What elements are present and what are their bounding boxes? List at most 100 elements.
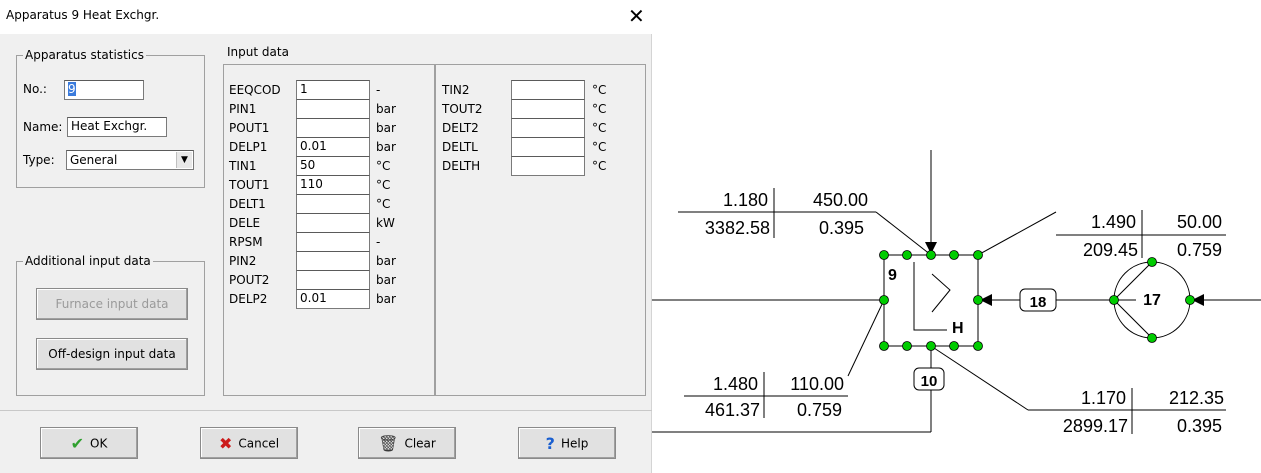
ok-label: OK — [90, 436, 108, 451]
top-left-temperature: 450.00 — [813, 190, 868, 210]
input-label-delt1: DELT1 — [229, 197, 266, 211]
top-right-enthalpy: 209.45 — [1083, 240, 1138, 260]
bottom-right-enthalpy: 2899.17 — [1063, 416, 1128, 436]
help-label: Help — [560, 436, 589, 451]
input2-field-tout2[interactable] — [511, 99, 585, 119]
window-title: Apparatus 9 Heat Exchgr. — [6, 8, 160, 22]
top-right-flow: 0.759 — [1177, 240, 1222, 260]
input-field-pout1[interactable] — [296, 118, 370, 138]
input2-unit-tin2: °C — [592, 83, 607, 97]
process-diagram[interactable]: 9 H 18 10 17 1.180 450.00 3382.58 0.395 … — [652, 0, 1261, 473]
top-right-pressure: 1.490 — [1091, 212, 1136, 232]
input-field-tin1[interactable]: 50 — [296, 156, 370, 176]
input-field-eeqcod[interactable]: 1 — [296, 80, 370, 100]
input-label-eeqcod: EEQCOD — [229, 83, 281, 97]
top-right-temperature: 50.00 — [1177, 212, 1222, 232]
input-data-heading: Input data — [227, 45, 289, 59]
input-field-pin2[interactable] — [296, 251, 370, 271]
furnace-input-label: Furnace input data — [55, 297, 169, 311]
cancel-button[interactable]: ✖ Cancel — [200, 427, 298, 459]
apparatus-statistics-legend: Apparatus statistics — [25, 48, 144, 62]
input-field-rpsm[interactable] — [296, 232, 370, 252]
input-field-tout1[interactable]: 110 — [296, 175, 370, 195]
ok-button[interactable]: ✔ OK — [40, 427, 138, 459]
name-field[interactable]: Heat Exchgr. — [67, 117, 167, 137]
input2-field-tin2[interactable] — [511, 80, 585, 100]
apparatus-number: 9 — [888, 267, 897, 284]
input2-label-delt2: DELT2 — [442, 121, 479, 135]
number-value: 9 — [68, 82, 76, 96]
offdesign-input-button[interactable]: Off-design input data — [36, 338, 188, 370]
offdesign-input-label: Off-design input data — [48, 347, 176, 361]
additional-input-group: Additional input data — [16, 254, 205, 396]
input-unit-pin1: bar — [376, 102, 396, 116]
node-17-label: 17 — [1143, 292, 1161, 309]
input-unit-tin1: °C — [376, 159, 391, 173]
input-field-dele[interactable] — [296, 213, 370, 233]
bottom-right-temperature: 212.35 — [1169, 388, 1224, 408]
type-select[interactable]: General ▼ — [66, 150, 194, 170]
input-field-pin1[interactable] — [296, 99, 370, 119]
input-field-delp2[interactable]: 0.01 — [296, 289, 370, 309]
input2-field-deltl[interactable] — [511, 137, 585, 157]
leader-bottom-left — [847, 299, 885, 377]
x-icon: ✖ — [218, 433, 233, 453]
input-field-delp1[interactable]: 0.01 — [296, 137, 370, 157]
input2-field-delt2[interactable] — [511, 118, 585, 138]
input2-field-delth[interactable] — [511, 156, 585, 176]
input-unit-pin2: bar — [376, 254, 396, 268]
input-field-delt1[interactable] — [296, 194, 370, 214]
input-unit-delp2: bar — [376, 292, 396, 306]
bottom-left-temperature: 110.00 — [790, 374, 844, 394]
bottom-left-enthalpy: 461.37 — [705, 400, 760, 420]
additional-input-legend: Additional input data — [25, 254, 151, 268]
pipe-10-label: 10 — [921, 373, 938, 390]
input-field-pout2[interactable] — [296, 270, 370, 290]
clear-button[interactable]: 🗑 Clear — [358, 427, 456, 459]
input-unit-dele: kW — [376, 216, 395, 230]
apparatus-box[interactable] — [883, 254, 979, 347]
close-icon[interactable]: ✕ — [628, 3, 645, 29]
input-label-pin1: PIN1 — [229, 102, 257, 116]
input-label-tin1: TIN1 — [229, 159, 257, 173]
input-label-tout1: TOUT1 — [229, 178, 270, 192]
input-label-dele: DELE — [229, 216, 261, 230]
bottom-left-pressure: 1.480 — [713, 374, 758, 394]
number-field[interactable]: 9 — [64, 80, 144, 100]
type-label: Type: — [23, 153, 55, 167]
input-unit-pout2: bar — [376, 273, 396, 287]
input-unit-delt1: °C — [376, 197, 391, 211]
input-unit-tout1: °C — [376, 178, 391, 192]
apparatus-dialog: Apparatus 9 Heat Exchgr. ✕ Apparatus sta… — [0, 0, 652, 473]
input-label-delp2: DELP2 — [229, 292, 268, 306]
apparatus-type: H — [952, 320, 964, 337]
input-label-rpsm: RPSM — [229, 235, 263, 249]
input-unit-rpsm: - — [376, 235, 381, 249]
check-icon: ✔ — [70, 433, 85, 453]
help-icon: ? — [545, 433, 555, 453]
input2-unit-delth: °C — [592, 159, 607, 173]
button-separator — [0, 410, 652, 411]
exchanger-path-a — [913, 262, 947, 331]
name-label: Name: — [23, 120, 63, 134]
bottom-right-flow: 0.395 — [1177, 416, 1222, 436]
number-label: No.: — [23, 82, 47, 96]
top-left-flow: 0.395 — [819, 218, 864, 238]
input2-label-deltl: DELTL — [442, 140, 478, 154]
trash-icon: 🗑 — [378, 433, 399, 453]
input2-unit-delt2: °C — [592, 121, 607, 135]
input-label-pout1: POUT1 — [229, 121, 270, 135]
input-label-delp1: DELP1 — [229, 140, 268, 154]
help-button[interactable]: ? Help — [518, 427, 616, 459]
type-select-value: General — [70, 153, 118, 167]
furnace-input-button[interactable]: Furnace input data — [36, 288, 188, 320]
chevron-down-icon[interactable]: ▼ — [176, 152, 192, 168]
input2-label-delth: DELTH — [442, 159, 481, 173]
title-bar: Apparatus 9 Heat Exchgr. ✕ — [0, 0, 652, 34]
input2-unit-deltl: °C — [592, 140, 607, 154]
cancel-label: Cancel — [238, 436, 280, 451]
leader-top-left — [875, 211, 932, 256]
input-unit-pout1: bar — [376, 121, 396, 135]
input2-label-tin2: TIN2 — [442, 83, 470, 97]
input2-unit-tout2: °C — [592, 102, 607, 116]
